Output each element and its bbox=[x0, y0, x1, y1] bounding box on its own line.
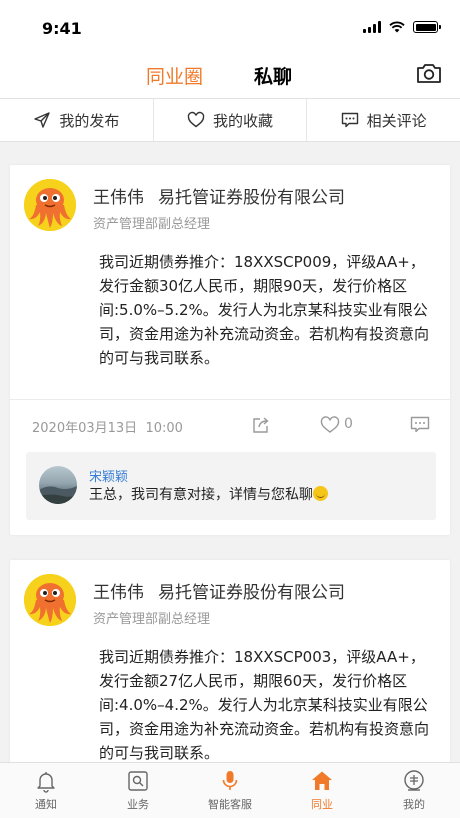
signal-icon bbox=[363, 21, 381, 33]
reply-comment[interactable]: 宋颖颖 王总，我司有意对接，详情与您私聊 bbox=[26, 452, 436, 520]
post-time: 10:00 bbox=[145, 421, 183, 436]
tab-related-comments-label: 相关评论 bbox=[366, 111, 427, 130]
status-bar: 9:41 bbox=[0, 0, 460, 56]
author-line: 王伟伟 易托管证券股份有限公司 bbox=[93, 183, 345, 208]
send-icon bbox=[34, 112, 51, 128]
avatar[interactable] bbox=[24, 179, 76, 231]
avatar[interactable] bbox=[24, 574, 76, 626]
camera-icon[interactable] bbox=[416, 62, 442, 84]
post-date: 2020年03月13日 bbox=[32, 421, 138, 436]
author-name[interactable]: 王伟伟 bbox=[93, 583, 144, 603]
post-timestamp: 2020年03月13日 10:00 bbox=[32, 417, 183, 436]
like-count: 0 bbox=[344, 416, 353, 432]
tab-notifications[interactable]: 通知 bbox=[0, 763, 92, 818]
tab-industry-label: 同业 bbox=[311, 798, 333, 811]
post-card: 王伟伟 易托管证券股份有限公司 资产管理部副总经理 我司近期债券推介：18XXSC… bbox=[10, 560, 450, 770]
tab-notifications-label: 通知 bbox=[35, 798, 57, 811]
status-time: 9:41 bbox=[42, 19, 82, 38]
author-company: 易托管证券股份有限公司 bbox=[158, 583, 345, 603]
author-company: 易托管证券股份有限公司 bbox=[158, 188, 345, 208]
tab-related-comments[interactable]: 相关评论 bbox=[307, 99, 460, 141]
battery-icon bbox=[413, 21, 441, 33]
business-icon bbox=[128, 771, 148, 791]
author-title: 资产管理部副总经理 bbox=[93, 612, 211, 627]
like-heart-icon[interactable] bbox=[320, 416, 340, 434]
tab-business-label: 业务 bbox=[127, 798, 149, 811]
post-card: 王伟伟 易托管证券股份有限公司 资产管理部副总经理 我司近期债券推介：18XXSC… bbox=[10, 165, 450, 535]
author-line: 王伟伟 易托管证券股份有限公司 bbox=[93, 578, 345, 603]
tab-private-chat[interactable]: 私聊 bbox=[254, 62, 292, 89]
tab-smart-service[interactable]: 智能客服 bbox=[184, 763, 276, 818]
tab-business[interactable]: 业务 bbox=[92, 763, 184, 818]
octopus-mascot-icon bbox=[24, 179, 76, 231]
reply-avatar[interactable] bbox=[39, 466, 77, 504]
comment-icon bbox=[341, 112, 358, 128]
post-body: 我司近期债券推介：18XXSCP003，评级AA+，发行金额27亿人民币，期限6… bbox=[99, 648, 430, 762]
profile-badge-icon bbox=[404, 770, 424, 791]
status-icons bbox=[363, 21, 441, 33]
smile-emoji-icon bbox=[313, 486, 328, 501]
reply-text: 王总，我司有意对接，详情与您私聊 bbox=[89, 484, 328, 504]
reply-author[interactable]: 宋颖颖 bbox=[89, 466, 128, 485]
tab-my-favorites[interactable]: 我的收藏 bbox=[154, 99, 308, 141]
reply-message: 王总，我司有意对接，详情与您私聊 bbox=[89, 487, 313, 503]
sub-tab-bar: 我的发布 我的收藏 相关评论 bbox=[0, 98, 460, 142]
bottom-tab-bar: 通知 业务 智能客服 同业 我的 bbox=[0, 762, 460, 818]
wifi-icon bbox=[389, 21, 405, 33]
author-title: 资产管理部副总经理 bbox=[93, 217, 211, 232]
post-body: 我司近期债券推介：18XXSCP009，评级AA+，发行金额30亿人民币，期限9… bbox=[99, 253, 430, 367]
home-icon bbox=[312, 771, 332, 790]
heart-icon bbox=[187, 111, 205, 128]
tab-mine-label: 我的 bbox=[403, 798, 425, 811]
octopus-mascot-icon bbox=[24, 574, 76, 626]
microphone-icon bbox=[222, 771, 238, 790]
landscape-photo-icon bbox=[39, 486, 77, 504]
tab-my-posts-label: 我的发布 bbox=[59, 111, 120, 130]
bell-icon bbox=[37, 772, 55, 793]
comment-icon[interactable] bbox=[410, 416, 430, 434]
tab-industry[interactable]: 同业 bbox=[276, 763, 368, 818]
tab-smart-service-label: 智能客服 bbox=[208, 798, 252, 811]
share-icon[interactable] bbox=[252, 416, 270, 434]
tab-my-posts[interactable]: 我的发布 bbox=[0, 99, 154, 141]
divider bbox=[10, 399, 450, 400]
tab-industry-circle[interactable]: 同业圈 bbox=[146, 62, 203, 89]
top-header: 同业圈 私聊 bbox=[0, 56, 460, 98]
author-name[interactable]: 王伟伟 bbox=[93, 188, 144, 208]
tab-my-favorites-label: 我的收藏 bbox=[213, 111, 274, 130]
tab-mine[interactable]: 我的 bbox=[368, 763, 460, 818]
